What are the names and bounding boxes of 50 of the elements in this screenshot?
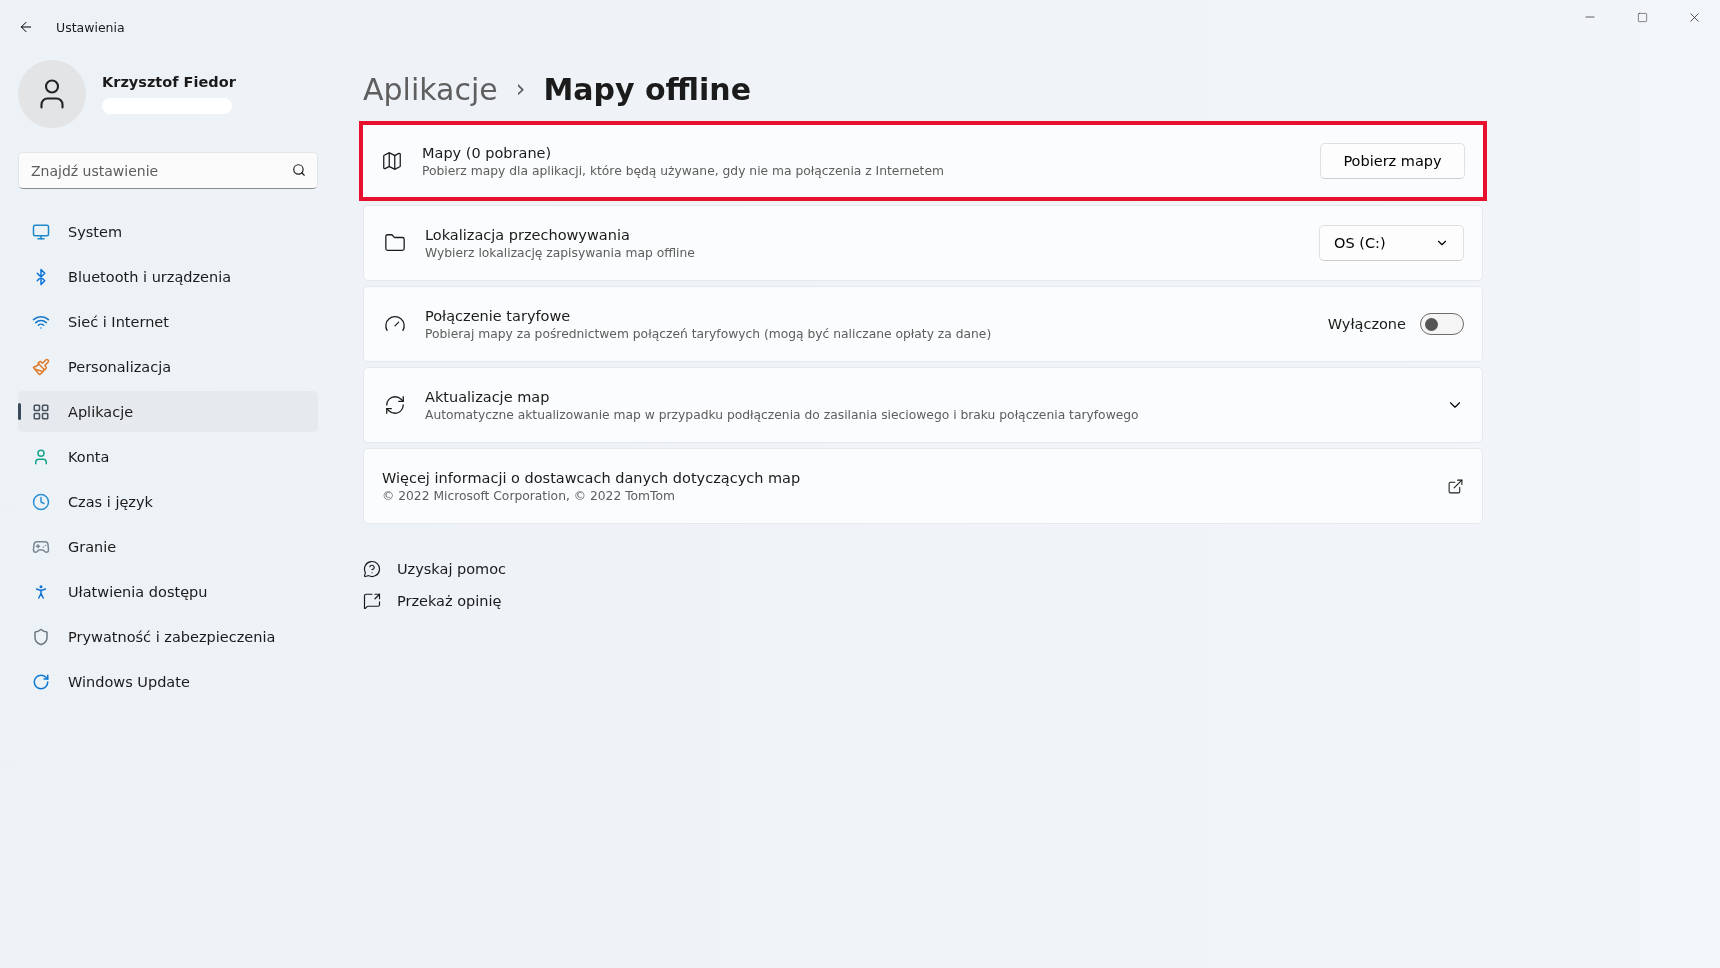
setting-title: Lokalizacja przechowywania	[425, 226, 631, 243]
sidebar-item[interactable]: Bluetooth i urządzenia	[18, 256, 318, 297]
profile-name: Krzysztof Fiedor	[102, 74, 236, 90]
setting-title: Mapy (0 pobrane)	[422, 144, 553, 161]
system-icon	[32, 222, 50, 241]
window-title: Ustawienia	[56, 19, 125, 35]
update-icon	[32, 672, 50, 691]
setting-description: Automatyczne aktualizowanie map w przypadku podłączenia do zasilania sieciowego i braku połączenia taryfowego	[425, 407, 1140, 422]
shield-icon	[32, 627, 50, 646]
sidebar-item[interactable]: Aplikacje	[18, 391, 318, 432]
feedback-link[interactable]: Przekaż opinię	[397, 593, 502, 609]
storage-dropdown[interactable]: OS (C:)	[1319, 225, 1464, 261]
brush-icon	[32, 357, 50, 376]
back-icon	[18, 19, 34, 35]
apps-icon	[32, 402, 50, 421]
setting-description: Wybierz lokalizację zapisywania map offline	[425, 245, 696, 260]
sidebar-item[interactable]: Ułatwienia dostępu	[18, 571, 318, 612]
setting-description: © 2022 Microsoft Corporation, © 2022 TomTom	[382, 488, 676, 503]
feedback-icon	[363, 592, 381, 610]
setting-title: Więcej informacji o dostawcach danych dotyczących map	[382, 469, 802, 486]
setting-title: Aktualizacje map	[425, 388, 551, 405]
folder-icon	[384, 232, 406, 254]
help-icon	[363, 560, 381, 578]
restore-icon	[1636, 11, 1648, 23]
sidebar-item[interactable]: System	[18, 211, 318, 252]
search-field[interactable]: Znajdź ustawienie	[18, 152, 318, 189]
setting-description: Pobieraj mapy za pośrednictwem połączeń taryfowych (mogą być naliczane opłaty za dane)	[425, 326, 993, 341]
sidebar-item[interactable]: Prywatność i zabezpieczenia	[18, 616, 318, 657]
breadcrumb-separator: ›	[515, 75, 526, 103]
setting-title: Połączenie taryfowe	[425, 307, 572, 324]
sync-icon	[384, 394, 406, 416]
sidebar-item[interactable]: Windows Update	[18, 661, 318, 702]
toggle-switch[interactable]	[1420, 313, 1464, 335]
sidebar-item[interactable]: Personalizacja	[18, 346, 318, 387]
external-link-icon[interactable]	[1447, 477, 1464, 495]
sidebar-item[interactable]: Granie	[18, 526, 318, 567]
account-icon	[32, 447, 50, 466]
back-button[interactable]	[18, 19, 34, 35]
download-maps-button[interactable]: Pobierz mapy	[1320, 143, 1465, 179]
setting-description: Pobierz mapy dla aplikacji, które będą używane, gdy nie ma połączenia z Internetem	[422, 163, 945, 178]
map-icon	[381, 150, 403, 172]
sidebar-item[interactable]: Czas i język	[18, 481, 318, 522]
breadcrumb-parent[interactable]: Aplikacje	[363, 71, 498, 107]
search-icon	[292, 163, 306, 177]
page-title: Mapy offline	[543, 71, 752, 107]
time-icon	[32, 492, 50, 511]
help-link[interactable]: Uzyskaj pomoc	[397, 561, 507, 577]
sidebar-item[interactable]: Konta	[18, 436, 318, 477]
sidebar-item[interactable]: Sieć i Internet	[18, 301, 318, 342]
toggle-state-label: Wyłączone	[1327, 316, 1406, 332]
